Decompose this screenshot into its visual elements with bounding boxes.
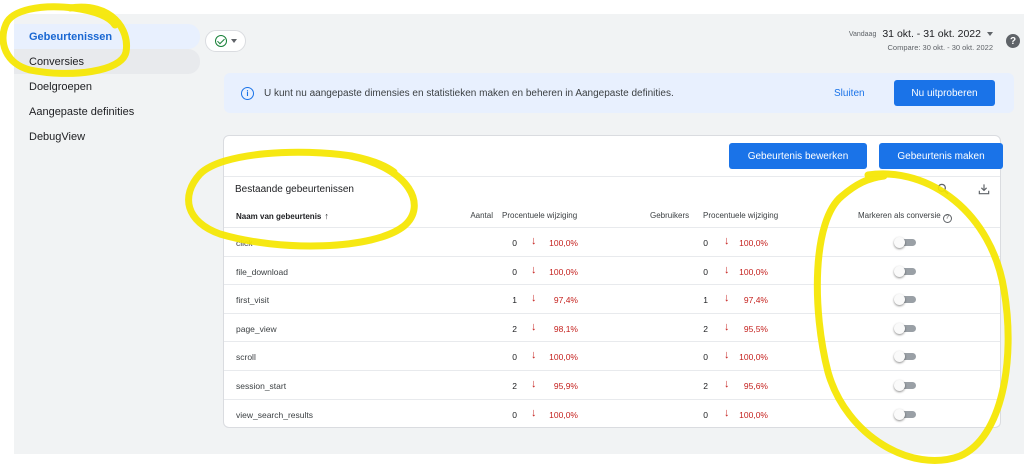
event-name: session_start <box>236 380 287 391</box>
mark-as-conversion-toggle[interactable] <box>894 379 916 391</box>
event-count-change: 100,0% <box>549 238 578 248</box>
check-circle-icon <box>214 35 227 47</box>
event-count: 0 <box>512 409 517 420</box>
mark-as-conversion-toggle[interactable] <box>894 294 916 306</box>
mark-as-conversion-toggle[interactable] <box>894 237 916 248</box>
sidebar-item-custom-definitions[interactable]: Aangepaste definities <box>14 99 200 124</box>
event-name: scroll <box>236 352 256 363</box>
create-event-button[interactable]: Gebeurtenis maken <box>879 143 1003 169</box>
event-users-change: 100,0% <box>739 409 768 420</box>
chevron-down-icon <box>230 39 237 43</box>
help-circle-icon[interactable]: ? <box>942 214 952 223</box>
table-row: view_search_results 0 ↓ 100,0% 0 ↓ 100,0% <box>224 400 1000 429</box>
table-row: session_start 2 ↓ 95,9% 2 ↓ 95,6% <box>224 371 1000 400</box>
toggle-knob <box>894 294 905 306</box>
mark-as-conversion-toggle[interactable] <box>894 322 916 334</box>
event-count: 2 <box>512 380 517 391</box>
event-users: 2 <box>703 323 708 334</box>
event-name: file_download <box>236 266 288 277</box>
column-header-users-change[interactable]: Procentuele wijziging <box>703 211 778 220</box>
event-users: 0 <box>703 266 708 277</box>
download-icon[interactable] <box>977 182 991 196</box>
table-row: scroll 0 ↓ 100,0% 0 ↓ 100,0% <box>224 342 1000 371</box>
toggle-knob <box>894 322 905 334</box>
date-range-value[interactable]: 31 okt. - 31 okt. 2022 <box>882 28 981 40</box>
event-count-change: 98,1% <box>553 323 578 334</box>
mark-as-conversion-toggle[interactable] <box>894 351 916 363</box>
event-count: 2 <box>512 323 517 334</box>
date-preset-label: Vandaag <box>848 30 877 38</box>
column-header-count[interactable]: Aantal <box>470 211 493 220</box>
table-header: Naam van gebeurtenis ↑ Aantal Procentuele… <box>224 202 1000 228</box>
try-now-button[interactable]: Nu uitproberen <box>894 80 995 106</box>
table-row: first_visit 1 ↓ 97,4% 1 ↓ 97,4% <box>224 285 1000 314</box>
event-name: click <box>236 238 253 248</box>
toggle-knob <box>894 408 905 420</box>
toggle-knob <box>894 265 905 277</box>
sidebar-item-debugview[interactable]: DebugView <box>14 124 200 149</box>
toggle-knob <box>894 237 905 248</box>
table-row: click 0 ↓ 100,0% 0 ↓ 100,0% <box>224 228 1000 257</box>
event-count: 0 <box>512 266 517 277</box>
column-header-count-change[interactable]: Procentuele wijziging <box>502 211 577 220</box>
event-count: 0 <box>512 352 517 363</box>
mark-as-conversion-toggle[interactable] <box>894 408 916 420</box>
toggle-knob <box>894 379 905 391</box>
banner-close-link[interactable]: Sluiten <box>834 88 865 99</box>
event-count-change: 100,0% <box>549 266 578 277</box>
date-range-picker[interactable]: Vandaag 31 okt. - 31 okt. 2022 Compare: … <box>849 28 993 52</box>
banner-text: U kunt nu aangepaste dimensies en statis… <box>264 87 674 99</box>
event-users: 0 <box>703 409 708 420</box>
compare-range: Compare: 30 okt. - 30 okt. 2022 <box>887 43 993 52</box>
event-users: 2 <box>703 380 708 391</box>
column-header-users[interactable]: Gebruikers <box>650 211 689 220</box>
table-title: Bestaande gebeurtenissen <box>235 184 354 195</box>
toggle-knob <box>894 351 905 363</box>
edit-event-button[interactable]: Gebeurtenis bewerken <box>729 143 867 169</box>
event-users-change: 97,4% <box>743 295 768 306</box>
event-count-change: 100,0% <box>549 352 578 363</box>
event-users-change: 100,0% <box>739 266 768 277</box>
table-body: click 0 ↓ 100,0% 0 ↓ 100,0% file_download 0 ↓ 100,… <box>224 228 1000 428</box>
event-users: 0 <box>703 352 708 363</box>
event-users-change: 100,0% <box>739 352 768 363</box>
sidebar-item-events[interactable]: Gebeurtenissen <box>14 24 200 49</box>
search-icon[interactable] <box>936 182 950 196</box>
event-users-change: 100,0% <box>739 238 768 248</box>
sort-ascending-icon: ↑ <box>324 211 329 221</box>
event-users: 1 <box>703 295 708 306</box>
sidebar-item-audiences[interactable]: Doelgroepen <box>14 74 200 99</box>
table-row: file_download 0 ↓ 100,0% 0 ↓ 100,0% <box>224 257 1000 286</box>
column-header-name[interactable]: Naam van gebeurtenis ↑ <box>236 211 329 221</box>
event-name: view_search_results <box>236 409 314 420</box>
table-row: page_view 2 ↓ 98,1% 2 ↓ 95,5% <box>224 314 1000 343</box>
divider <box>224 176 1000 177</box>
events-card: Gebeurtenis bewerken Gebeurtenis maken B… <box>223 135 1003 428</box>
event-count-change: 100,0% <box>549 409 578 420</box>
event-users-change: 95,6% <box>743 380 768 391</box>
event-users-change: 95,5% <box>743 323 768 334</box>
event-count: 1 <box>512 295 517 306</box>
event-name: first_visit <box>236 295 270 306</box>
event-name: page_view <box>236 323 277 334</box>
sidebar-item-conversions[interactable]: Conversies <box>14 49 200 74</box>
info-banner: i U kunt nu aangepaste dimensies en stat… <box>224 73 1014 113</box>
event-count-change: 97,4% <box>553 295 578 306</box>
help-icon[interactable]: ? <box>1006 34 1020 48</box>
chevron-down-icon[interactable] <box>987 32 993 36</box>
event-count: 0 <box>512 238 517 248</box>
sidebar: Gebeurtenissen Conversies Doelgroepen Aa… <box>14 24 200 149</box>
mark-as-conversion-toggle[interactable] <box>894 265 916 277</box>
event-count-change: 95,9% <box>553 380 578 391</box>
analytics-page: Gebeurtenissen Conversies Doelgroepen Aa… <box>14 14 1024 454</box>
status-dropdown[interactable] <box>205 30 246 52</box>
info-icon: i <box>241 86 254 100</box>
column-header-conversion: Markeren als conversie? <box>858 211 952 223</box>
event-users: 0 <box>703 238 708 248</box>
